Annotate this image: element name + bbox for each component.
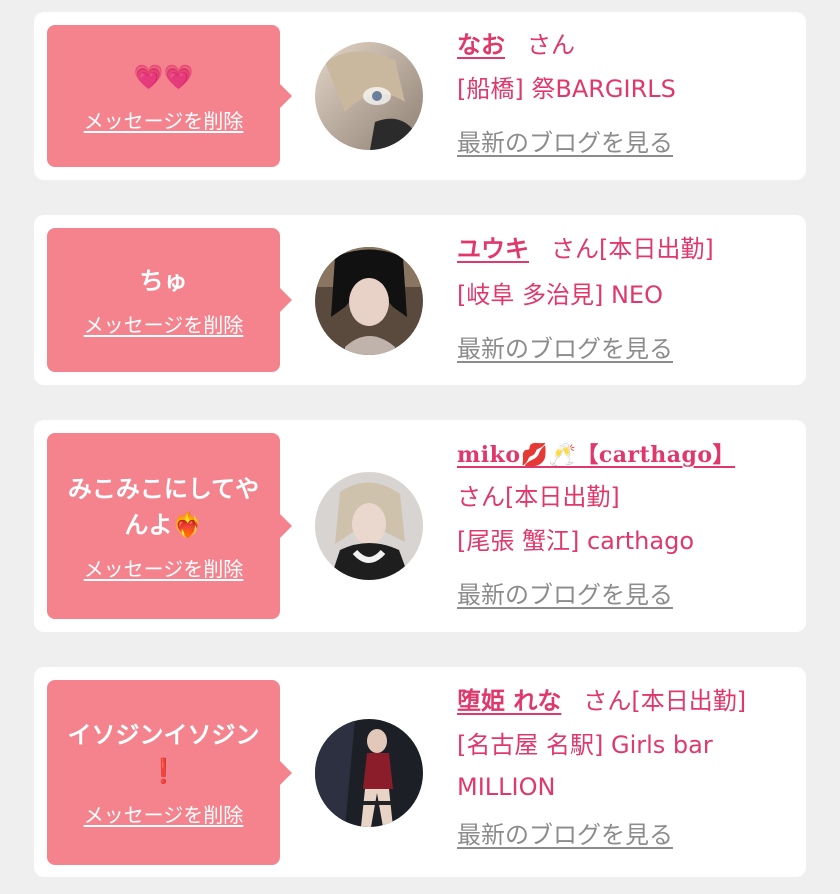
- message-text: みこみこにしてやんよ❤️‍🔥: [67, 474, 260, 539]
- message-bubble: みこみこにしてやんよ❤️‍🔥 メッセージを削除: [47, 433, 292, 619]
- message-bubble: イソジンイソジン❗ メッセージを削除: [47, 680, 292, 865]
- message-bubble: ちゅ メッセージを削除: [47, 228, 292, 372]
- san-label: さん: [527, 31, 575, 59]
- avatar-photo: [315, 42, 423, 150]
- shop-name: [岐阜 多治見] NEO: [457, 281, 663, 309]
- shop-name: [尾張 蟹江] carthago: [457, 527, 694, 555]
- message-card: イソジンイソジン❗ メッセージを削除 堕姫 れな さん[本日出勤] [名古屋 名駅…: [34, 667, 806, 877]
- message-text: イソジンイソジン❗: [67, 721, 260, 785]
- avatar-photo: [315, 719, 423, 827]
- message-card: 💗💗 メッセージを削除 なお さん [船橋] 祭BARGIRLS 最新のブログを見…: [34, 12, 806, 180]
- avatar[interactable]: [315, 472, 423, 580]
- delete-message-link[interactable]: メッセージを削除: [84, 309, 244, 338]
- shop-name: [名古屋 名駅] Girls bar: [457, 731, 713, 759]
- shop-name-continued: MILLION: [457, 773, 556, 801]
- message-text: 💗💗: [133, 62, 194, 91]
- cast-name-link[interactable]: なお: [457, 31, 505, 59]
- latest-blog-link[interactable]: 最新のブログを見る: [457, 125, 673, 161]
- message-bubble: 💗💗 メッセージを削除: [47, 25, 292, 167]
- san-label: さん: [551, 235, 599, 263]
- message-card: みこみこにしてやんよ❤️‍🔥 メッセージを削除 miko💋🥂【carthago】…: [34, 420, 806, 632]
- delete-message-link[interactable]: メッセージを削除: [84, 553, 244, 582]
- avatar[interactable]: [315, 247, 423, 355]
- latest-blog-link[interactable]: 最新のブログを見る: [457, 817, 673, 853]
- delete-message-link[interactable]: メッセージを削除: [84, 799, 244, 828]
- latest-blog-link[interactable]: 最新のブログを見る: [457, 577, 673, 613]
- delete-message-link[interactable]: メッセージを削除: [84, 105, 244, 134]
- san-label: さん: [457, 483, 505, 511]
- avatar[interactable]: [315, 719, 423, 827]
- cast-name-link[interactable]: miko💋🥂【carthago】: [457, 442, 735, 468]
- cast-name-link[interactable]: ユウキ: [457, 235, 529, 263]
- avatar-photo: [315, 472, 423, 580]
- cast-name-link[interactable]: 堕姫 れな: [457, 687, 561, 715]
- avatar-photo: [315, 247, 423, 355]
- avatar[interactable]: [315, 42, 423, 150]
- work-status: [本日出勤]: [599, 235, 714, 263]
- message-card: ちゅ メッセージを削除 ユウキ さん[本日出勤] [岐阜 多治見] NEO 最新の…: [34, 215, 806, 385]
- message-text: ちゅ: [139, 266, 188, 295]
- work-status: [本日出勤]: [505, 483, 620, 511]
- shop-name: [船橋] 祭BARGIRLS: [457, 75, 676, 103]
- work-status: [本日出勤]: [631, 687, 747, 715]
- latest-blog-link[interactable]: 最新のブログを見る: [457, 331, 673, 367]
- san-label: さん: [583, 687, 632, 715]
